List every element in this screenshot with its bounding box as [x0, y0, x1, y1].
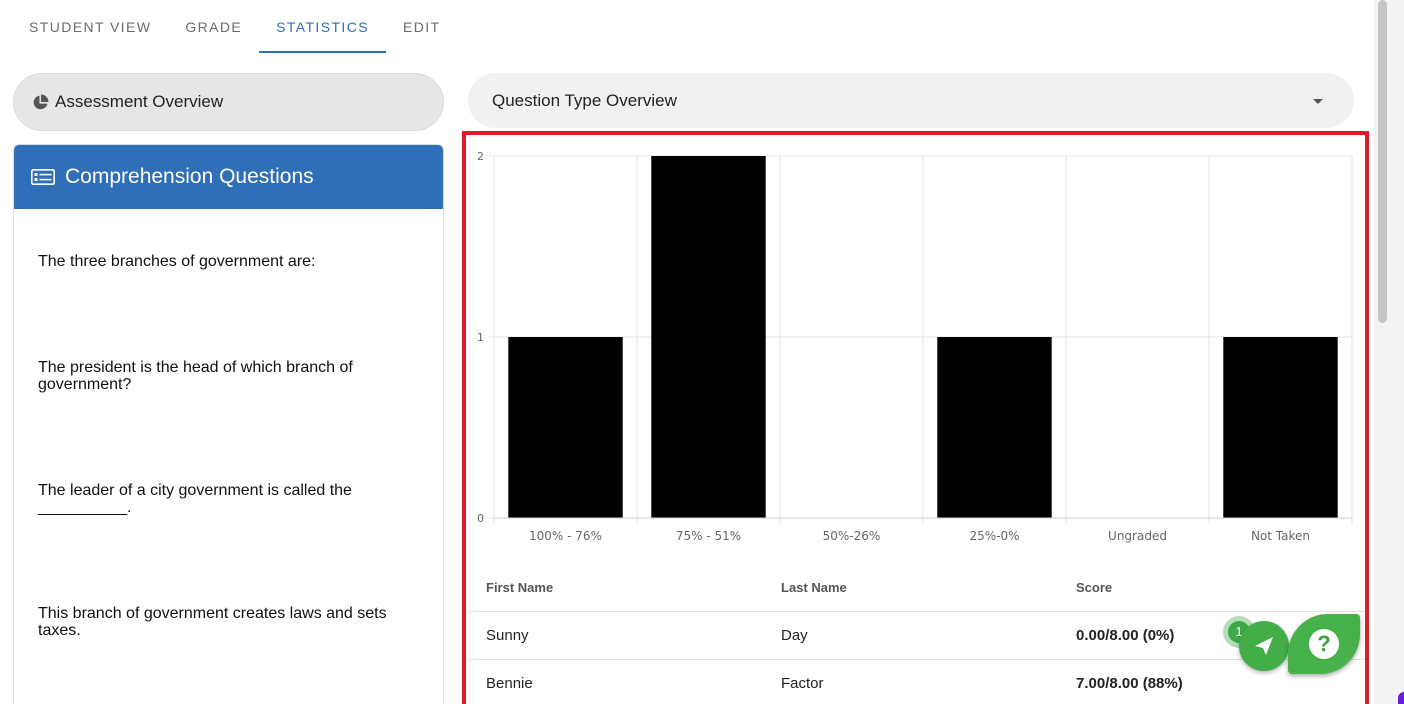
scrollbar-thumb[interactable] — [1378, 0, 1387, 323]
chart-bar[interactable] — [651, 156, 766, 518]
assessment-overview-button[interactable]: Assessment Overview — [13, 73, 444, 131]
assessment-overview-label: Assessment Overview — [55, 92, 224, 111]
cell-last-name: Factor — [763, 659, 1058, 704]
table-header-row: First Name Last Name Score — [468, 564, 1365, 612]
tab-bar: STUDENT VIEW GRADE STATISTICS EDIT — [12, 0, 457, 53]
send-feedback-button[interactable] — [1239, 621, 1289, 671]
x-tick-label: 50%-26% — [823, 529, 881, 543]
cell-first-name: Sunny — [468, 611, 763, 660]
tab-edit[interactable]: EDIT — [386, 0, 458, 53]
help-icon: ? — [1309, 629, 1339, 659]
y-tick-label: 0 — [477, 512, 484, 525]
card-list-icon — [31, 169, 55, 185]
header-first-name[interactable]: First Name — [468, 564, 763, 612]
tab-student-view[interactable]: STUDENT VIEW — [12, 0, 168, 53]
chevron-down-icon — [1313, 99, 1323, 104]
x-tick-label: 75% - 51% — [676, 529, 741, 543]
pie-chart-icon — [33, 94, 49, 109]
question-item[interactable]: The president is the head of which branc… — [38, 359, 408, 393]
score-distribution-chart: 0 1 2 100% - 76% 75% - 51% 50%-26% 25%-0% Ungra… — [477, 150, 1353, 543]
x-tick-label: 100% - 76% — [529, 529, 602, 543]
page-scrollbar[interactable] — [1374, 0, 1404, 704]
send-icon — [1255, 637, 1273, 655]
y-tick-label: 2 — [477, 150, 484, 163]
dropdown-selected-value: Question Type Overview — [492, 90, 677, 110]
x-tick-label: Not Taken — [1251, 529, 1310, 543]
question-item[interactable]: The three branches of government are: — [38, 253, 408, 270]
question-type-dropdown[interactable]: Question Type Overview — [468, 73, 1354, 128]
cell-first-name: Bennie — [468, 659, 763, 704]
x-tick-label: Ungraded — [1108, 529, 1167, 543]
questions-card-header: Comprehension Questions — [14, 145, 443, 209]
questions-card-title: Comprehension Questions — [65, 165, 314, 188]
chart-bar[interactable] — [1223, 337, 1338, 518]
y-tick-label: 1 — [477, 331, 484, 344]
cell-last-name: Day — [763, 611, 1058, 660]
question-item[interactable]: This branch of government creates laws a… — [38, 605, 408, 639]
chart-bar[interactable] — [937, 337, 1052, 518]
header-last-name[interactable]: Last Name — [763, 564, 1058, 612]
chart-bar[interactable] — [508, 337, 623, 518]
corner-accent — [1398, 692, 1404, 704]
header-score[interactable]: Score — [1058, 564, 1365, 612]
table-row[interactable]: Bennie Factor 7.00/8.00 (88%) — [468, 659, 1365, 704]
question-item[interactable]: The leader of a city government is calle… — [38, 482, 408, 516]
questions-card: Comprehension Questions The three branch… — [13, 144, 444, 704]
x-tick-label: 25%-0% — [969, 529, 1019, 543]
tab-grade[interactable]: GRADE — [168, 0, 259, 53]
page: STUDENT VIEW GRADE STATISTICS EDIT Asses… — [0, 0, 1404, 704]
tab-statistics[interactable]: STATISTICS — [259, 0, 386, 53]
